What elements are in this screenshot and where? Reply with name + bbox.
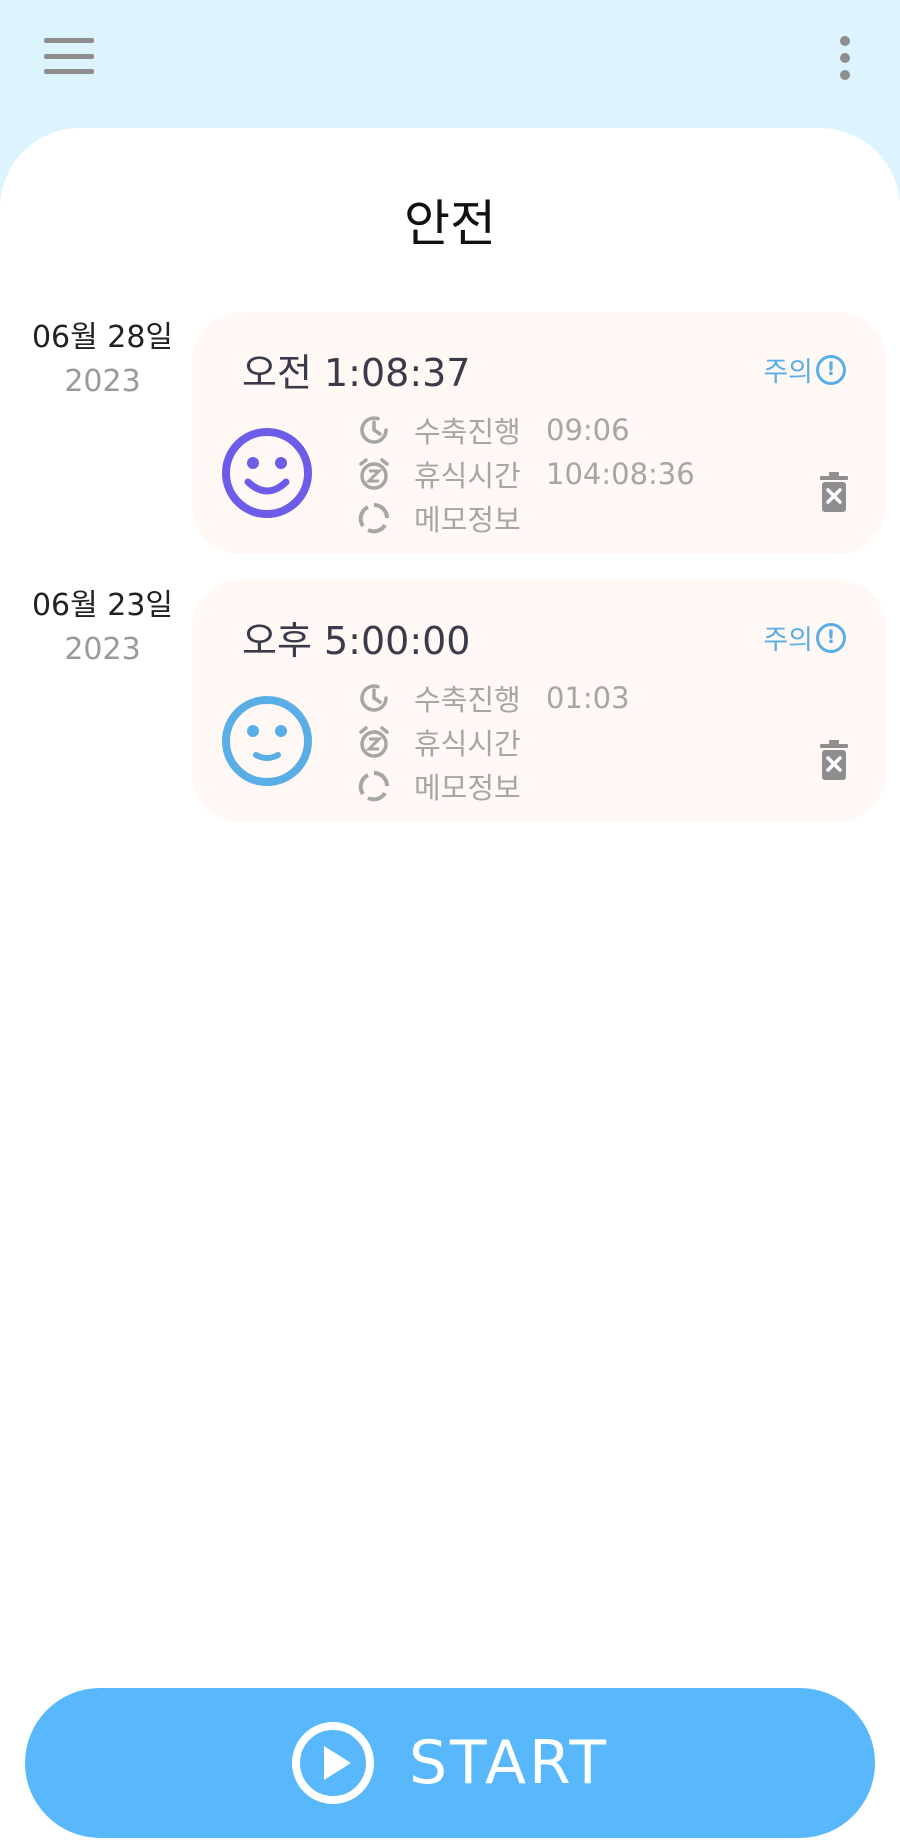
detail-row-contraction: 수축진행 09:06 [356,408,695,452]
smile-face-icon [222,428,312,518]
page-title: 안전 [404,195,496,253]
slight-smile-face-icon [222,696,312,786]
detail-row-memo: 메모정보 [356,496,695,540]
entry-month-day: 06월 28일 [31,320,174,355]
entry-details: 수축진행 01:03 휴식시간 메모정보 [356,676,630,808]
memo-circle-icon [358,771,389,802]
detail-value: 09:06 [546,413,630,447]
entry-time: 오후 5:00:00 [242,619,471,663]
entry-details: 수축진행 09:06 휴식시간 104:08:36 메모정보 [356,408,695,540]
start-button-label: START [408,1728,610,1798]
history-entry: 06월 28일 2023 오전 1:08:37 주의 ! 수축진행 09:06 … [0,312,900,562]
exclamation-circle-icon: ! [816,622,846,653]
start-button[interactable]: START [25,1688,875,1838]
clock-icon [360,684,388,712]
detail-label: 메모정보 [414,771,521,805]
clock-icon [360,416,388,444]
trash-icon[interactable] [818,740,850,780]
detail-row-contraction: 수축진행 01:03 [356,676,630,720]
entry-card[interactable]: 오후 5:00:00 주의 ! 수축진행 01:03 휴식시간 메모정보 [192,580,886,822]
detail-row-memo: 메모정보 [356,764,630,808]
entry-date: 06월 23일 2023 [30,584,175,672]
detail-row-rest: 휴식시간 104:08:36 [356,452,695,496]
entry-date: 06월 28일 2023 [30,316,175,404]
trash-icon[interactable] [818,472,850,512]
more-vertical-icon[interactable] [834,36,856,80]
memo-circle-icon [358,503,389,534]
entry-card[interactable]: 오전 1:08:37 주의 ! 수축진행 09:06 휴식시간 104:08:3… [192,312,886,554]
detail-value: 104:08:36 [546,457,695,491]
content-sheet: 안전 06월 28일 2023 오전 1:08:37 주의 ! 수축진행 09:… [0,128,900,1848]
top-bar [0,0,900,128]
detail-label: 휴식시간 [414,727,521,761]
detail-label: 메모정보 [414,503,521,537]
play-circle-icon [291,1722,374,1804]
detail-label: 수축진행 [414,683,521,717]
detail-row-rest: 휴식시간 [356,720,630,764]
warning-label: 주의 [763,357,813,388]
entry-time: 오전 1:08:37 [242,351,471,395]
warning-button[interactable]: 주의 ! [763,618,846,657]
entry-year: 2023 [64,632,141,667]
hamburger-menu-icon[interactable] [44,38,94,74]
warning-label: 주의 [763,625,813,656]
warning-button[interactable]: 주의 ! [763,350,846,389]
alarm-snooze-icon [359,726,389,758]
detail-label: 수축진행 [414,415,521,449]
alarm-snooze-icon [359,458,389,490]
entry-year: 2023 [64,364,141,399]
detail-label: 휴식시간 [414,459,521,493]
detail-value: 01:03 [546,681,630,715]
entry-month-day: 06월 23일 [31,588,174,623]
history-entry: 06월 23일 2023 오후 5:00:00 주의 ! 수축진행 01:03 … [0,580,900,830]
exclamation-circle-icon: ! [816,354,846,385]
